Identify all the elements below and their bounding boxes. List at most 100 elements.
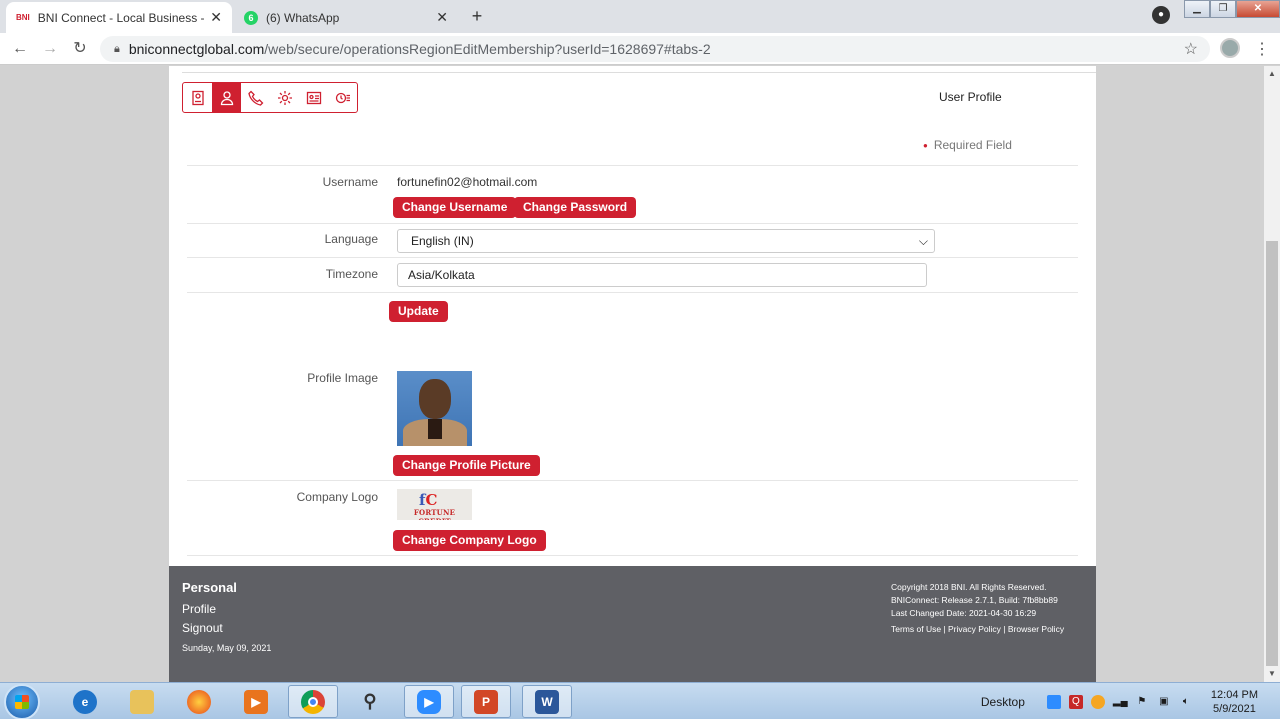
magnifier-icon: ⚲ xyxy=(363,691,377,711)
timezone-label: Timezone xyxy=(325,267,378,281)
firefox-icon xyxy=(187,689,211,714)
photo-collar xyxy=(428,419,442,439)
window-controls: ▁ ❐ ✕ xyxy=(1184,0,1280,18)
language-select[interactable]: English (IN) ⌵ xyxy=(397,229,935,253)
reload-icon[interactable]: ↻ xyxy=(70,39,90,59)
privacy-link[interactable]: Privacy Policy xyxy=(948,624,1001,634)
photo-head xyxy=(419,379,451,419)
browser-policy-link[interactable]: Browser Policy xyxy=(1008,624,1064,634)
tab-bni-connect[interactable]: BNI BNI Connect - Local Business - G ✕ xyxy=(6,2,232,33)
phone-icon[interactable] xyxy=(241,83,270,112)
flag-icon[interactable]: ⚑ xyxy=(1135,695,1149,709)
main-content: User Profile ● Required Field Username fo… xyxy=(169,66,1096,566)
taskbar-media-player[interactable]: ▶ xyxy=(231,685,281,718)
word-icon: W xyxy=(535,689,559,714)
tab-whatsapp[interactable]: 6 (6) WhatsApp ✕ xyxy=(234,2,458,33)
update-button[interactable]: Update xyxy=(389,301,448,322)
clock-date: 5/9/2021 xyxy=(1213,702,1256,715)
windows-logo-icon xyxy=(15,695,29,709)
address-card-icon[interactable] xyxy=(299,83,328,112)
scrollbar-thumb[interactable] xyxy=(1266,241,1278,666)
back-arrow-icon[interactable]: ← xyxy=(10,39,30,59)
taskbar-zoom[interactable]: ▶ xyxy=(404,685,454,718)
language-selected-value: English (IN) xyxy=(411,234,474,248)
release-text: BNIConnect: Release 2.7.1, Build: 7fb8bb… xyxy=(891,595,1058,605)
terms-link[interactable]: Terms of Use xyxy=(891,624,941,634)
network-icon[interactable]: ▣ xyxy=(1157,695,1171,709)
required-field-note: ● Required Field xyxy=(923,138,1012,152)
url-host: bniconnectglobal.com xyxy=(128,41,265,57)
clock-list-icon[interactable] xyxy=(328,83,357,112)
fortune-credit-logo-text: FORTUNE CREDIT xyxy=(413,508,456,520)
desktop-toolbar-label[interactable]: Desktop xyxy=(981,695,1025,709)
powerpoint-icon: P xyxy=(474,689,498,714)
taskbar-chrome[interactable] xyxy=(288,685,338,718)
profile-icon-tabs xyxy=(182,82,358,113)
browser-toolbar: ← → ↻ 🔒︎ bniconnectglobal.com/web/secure… xyxy=(0,33,1280,65)
web-page: User Profile ● Required Field Username fo… xyxy=(0,66,1264,682)
profile-photo xyxy=(397,371,472,446)
profile-avatar-icon[interactable] xyxy=(1220,38,1240,58)
change-username-button[interactable]: Change Username xyxy=(393,197,517,218)
taskbar-internet-explorer[interactable]: e xyxy=(60,685,110,718)
close-window-button[interactable]: ✕ xyxy=(1236,0,1280,18)
timezone-field[interactable]: Asia/Kolkata xyxy=(397,263,927,287)
security-tray-icon[interactable]: Q xyxy=(1068,694,1083,709)
divider xyxy=(187,257,1078,258)
tab-title: (6) WhatsApp xyxy=(266,10,340,25)
close-icon[interactable]: ✕ xyxy=(436,9,448,26)
footer-link-profile[interactable]: Profile xyxy=(182,602,216,616)
required-dot-icon: ● xyxy=(923,141,928,151)
scroll-up-icon[interactable]: ▲ xyxy=(1264,66,1280,82)
page-scrollbar[interactable]: ▲ ▼ xyxy=(1264,66,1280,682)
last-changed-text: Last Changed Date: 2021-04-30 16:29 xyxy=(891,608,1037,618)
minimize-button[interactable]: ▁ xyxy=(1184,0,1210,18)
volume-icon[interactable]: 🔈︎ xyxy=(1179,695,1193,709)
required-label: Required Field xyxy=(933,138,1012,152)
maximize-button[interactable]: ❐ xyxy=(1210,0,1236,18)
new-tab-button[interactable]: + xyxy=(466,6,488,28)
lock-icon: 🔒︎ xyxy=(114,42,120,55)
browser-profile-icon[interactable]: ● xyxy=(1152,6,1170,24)
signal-icon[interactable]: ▂▄ xyxy=(1113,695,1128,709)
fortune-credit-logo-mark: fC xyxy=(419,491,438,509)
footer-info: Copyright 2018 BNI. All Rights Reserved.… xyxy=(891,581,1058,620)
taskbar-powerpoint[interactable]: P xyxy=(461,685,511,718)
change-company-logo-button[interactable]: Change Company Logo xyxy=(393,530,546,551)
divider xyxy=(187,555,1078,556)
system-tray: Desktop Q ▂▄ ⚑ ▣ 🔈︎ 12:04 PM 5/9/2021 xyxy=(981,683,1280,719)
divider xyxy=(187,480,1078,481)
chrome-icon xyxy=(301,689,325,714)
address-bar[interactable]: 🔒︎ bniconnectglobal.com/web/secure/opera… xyxy=(100,36,1210,62)
taskbar-word[interactable]: W xyxy=(522,685,572,718)
footer-link-signout[interactable]: Signout xyxy=(182,621,223,635)
start-button[interactable] xyxy=(4,684,40,719)
copyright-text: Copyright 2018 BNI. All Rights Reserved. xyxy=(891,582,1047,592)
change-password-button[interactable]: Change Password xyxy=(514,197,637,218)
profile-image-label: Profile Image xyxy=(307,371,378,385)
whatsapp-favicon: 6 xyxy=(244,10,258,25)
divider xyxy=(187,292,1078,293)
taskbar-search-app[interactable]: ⚲ xyxy=(345,685,395,718)
app-tray-icon[interactable] xyxy=(1090,694,1105,709)
scroll-down-icon[interactable]: ▼ xyxy=(1264,666,1280,682)
clock[interactable]: 12:04 PM 5/9/2021 xyxy=(1211,688,1258,716)
change-profile-picture-button[interactable]: Change Profile Picture xyxy=(393,455,540,476)
user-icon[interactable] xyxy=(212,83,241,112)
zoom-tray-icon[interactable] xyxy=(1046,694,1061,709)
id-card-icon[interactable] xyxy=(183,83,212,112)
footer-date: Sunday, May 09, 2021 xyxy=(182,643,272,653)
taskbar-file-explorer[interactable] xyxy=(117,685,167,718)
username-value: fortunefin02@hotmail.com xyxy=(397,175,538,189)
browser-tab-strip: BNI BNI Connect - Local Business - G ✕ 6… xyxy=(0,0,1280,33)
menu-kebab-icon[interactable]: ⋮ xyxy=(1254,39,1270,59)
internet-explorer-icon: e xyxy=(73,689,97,714)
divider xyxy=(187,165,1078,166)
settings-icon[interactable] xyxy=(270,83,299,112)
taskbar-firefox[interactable] xyxy=(174,685,224,718)
folder-icon xyxy=(130,689,154,714)
bookmark-star-icon[interactable]: ☆ xyxy=(1184,39,1198,59)
chrome-center-icon xyxy=(308,696,318,707)
forward-arrow-icon[interactable]: → xyxy=(40,39,60,59)
close-icon[interactable]: ✕ xyxy=(210,9,222,26)
